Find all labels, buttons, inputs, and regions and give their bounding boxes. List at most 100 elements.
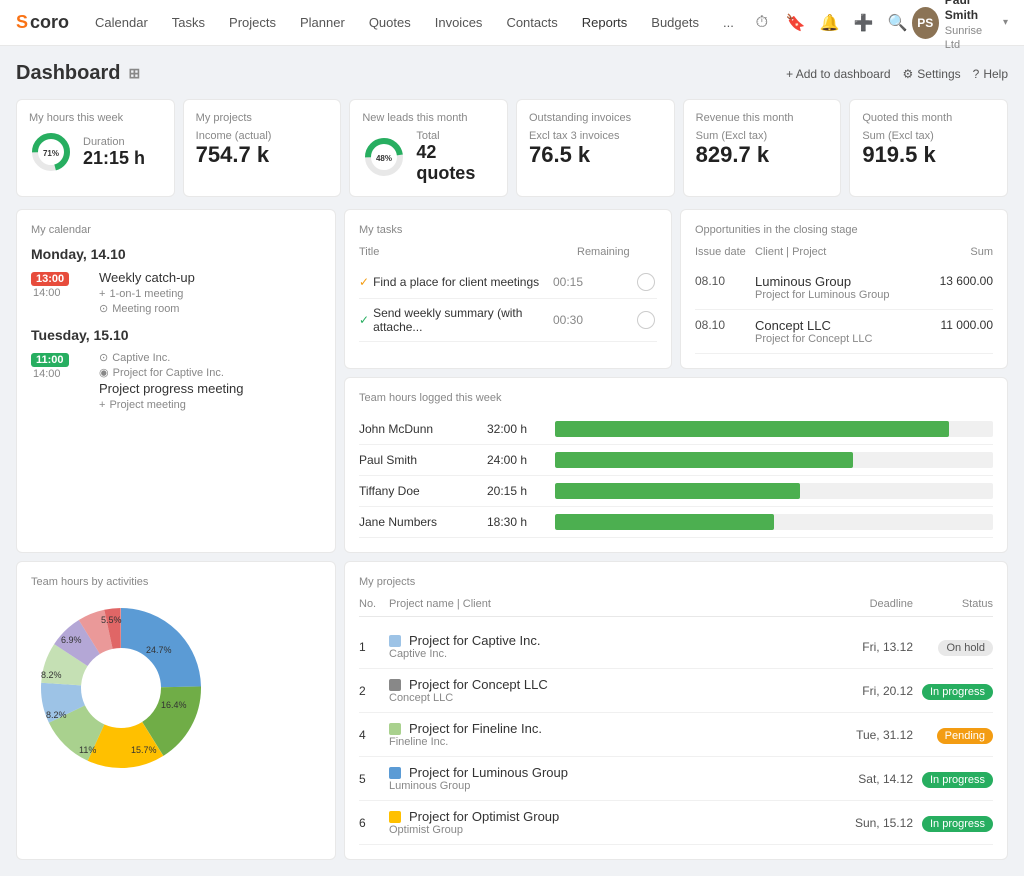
opportunities-card: Opportunities in the closing stage Issue…	[680, 209, 1008, 369]
project-icon: ◉	[99, 366, 109, 379]
event-meta-company: ⊙ Captive Inc.	[99, 351, 321, 364]
team-row-1: John McDunn 32:00 h	[359, 414, 993, 445]
opps-title: Opportunities in the closing stage	[695, 224, 993, 236]
stat-leads-label: New leads this month	[362, 112, 495, 124]
bookmark-icon[interactable]: 🔖	[786, 13, 806, 33]
hours-bar-3	[555, 483, 800, 499]
team-hours-title: Team hours logged this week	[359, 392, 993, 404]
day-monday: Monday, 14.10	[31, 246, 321, 262]
project-deadline-3: Tue, 31.12	[823, 728, 913, 742]
task-complete-1[interactable]	[637, 273, 655, 291]
opp-row-2: 08.10 Concept LLC Project for Concept LL…	[695, 310, 993, 354]
event-title[interactable]: Weekly catch-up	[99, 270, 321, 285]
nav-more[interactable]: ...	[713, 11, 744, 34]
activities-chart-title: Team hours by activities	[31, 576, 321, 588]
check-icon-2: ✓	[359, 313, 369, 327]
project-no-4: 5	[359, 772, 389, 786]
event-title-2[interactable]: Project progress meeting	[99, 381, 321, 396]
project-no-2: 2	[359, 684, 389, 698]
stat-hours-label: My hours this week	[29, 112, 162, 124]
opp-project-2: Project for Concept LLC	[755, 333, 913, 345]
pie-chart: 24.7% 16.4% 15.7% 11% 8.2% 8.2% 6.9% 5.5…	[31, 598, 211, 778]
opp-client-1[interactable]: Luminous Group	[755, 274, 913, 289]
search-icon[interactable]: 🔍	[888, 13, 908, 33]
nav-budgets[interactable]: Budgets	[641, 11, 709, 34]
nav-projects[interactable]: Projects	[219, 11, 286, 34]
stat-revenue-label: Revenue this month	[696, 112, 829, 124]
dashboard-header: Dashboard ⊞ + Add to dashboard ⚙ Setting…	[16, 62, 1008, 85]
location-icon: ⊙	[99, 302, 108, 315]
add-icon[interactable]: ➕	[854, 13, 874, 33]
project-name-5[interactable]: Project for Optimist Group	[409, 809, 559, 824]
svg-text:11%: 11%	[79, 745, 96, 755]
timer-icon[interactable]: ⏱	[752, 13, 772, 33]
hours-bar-2	[555, 452, 853, 468]
project-name-2[interactable]: Project for Concept LLC	[409, 677, 548, 692]
logo[interactable]: Scoro	[16, 12, 69, 33]
nav-invoices[interactable]: Invoices	[425, 11, 493, 34]
opp-sum-1: 13 600.00	[913, 274, 993, 301]
filter-icon[interactable]: ⊞	[128, 65, 140, 82]
company-icon: ⊙	[99, 351, 108, 364]
nav-contacts[interactable]: Contacts	[496, 11, 567, 34]
nav-calendar[interactable]: Calendar	[85, 11, 158, 34]
event-meta-type: + Project meeting	[99, 399, 321, 411]
stat-hours-week: My hours this week 71% Duration 21:15 h	[16, 99, 175, 197]
project-name-3[interactable]: Project for Fineline Inc.	[409, 721, 542, 736]
event-start-time: 13:00	[31, 272, 69, 286]
team-row-4: Jane Numbers 18:30 h	[359, 507, 993, 538]
help-button[interactable]: ? Help	[973, 67, 1008, 81]
user-name: Paul Smith	[945, 0, 997, 24]
project-row-1: 1 Project for Captive Inc. Captive Inc. …	[359, 625, 993, 669]
task-complete-2[interactable]	[637, 311, 655, 329]
dashboard-title: Dashboard ⊞	[16, 62, 140, 85]
dashboard-actions: + Add to dashboard ⚙ Settings ? Help	[786, 67, 1008, 81]
stat-quoted: Quoted this month Sum (Excl tax) 919.5 k	[849, 99, 1008, 197]
gear-icon: ⚙	[903, 67, 914, 81]
stat-projects-label: My projects	[196, 112, 329, 124]
svg-text:8.2%: 8.2%	[41, 670, 62, 680]
settings-button[interactable]: ⚙ Settings	[903, 67, 961, 81]
user-company: Sunrise Ltd	[945, 24, 997, 53]
event-meta-1: + 1-on-1 meeting	[99, 288, 321, 300]
svg-text:48%: 48%	[376, 154, 392, 163]
member-name-1: John McDunn	[359, 422, 479, 436]
nav-reports[interactable]: Reports	[572, 11, 638, 34]
project-row-2: 2 Project for Concept LLC Concept LLC Fr…	[359, 669, 993, 713]
nav-planner[interactable]: Planner	[290, 11, 355, 34]
task-item-1: ✓ Find a place for client meetings 00:15	[359, 266, 657, 299]
event-meta-2: ⊙ Meeting room	[99, 302, 321, 315]
nav-tasks[interactable]: Tasks	[162, 11, 215, 34]
tasks-card: My tasks Title Remaining ✓ Find a place …	[344, 209, 672, 369]
svg-text:24.7%: 24.7%	[146, 645, 172, 655]
bottom-grid: Team hours by activities 24.7% 1	[16, 561, 1008, 860]
day-tuesday: Tuesday, 15.10	[31, 327, 321, 343]
project-name-4[interactable]: Project for Luminous Group	[409, 765, 568, 780]
chevron-down-icon: ▾	[1003, 17, 1008, 28]
nav-quotes[interactable]: Quotes	[359, 11, 421, 34]
event-weekly-catchup: 13:00 14:00 Weekly catch-up + 1-on-1 mee…	[31, 270, 321, 317]
opp-sum-2: 11 000.00	[913, 318, 993, 345]
project-client-4: Luminous Group	[389, 780, 470, 792]
opp-client-2[interactable]: Concept LLC	[755, 318, 913, 333]
navigation: Scoro Calendar Tasks Projects Planner Qu…	[0, 0, 1024, 46]
avatar: PS	[912, 7, 939, 39]
hours-bar-wrap-3	[555, 483, 993, 499]
stat-outstanding-sublabel: Excl tax 3 invoices	[529, 130, 662, 142]
stat-leads-sublabel: Total	[416, 130, 495, 142]
stat-revenue-sublabel: Sum (Excl tax)	[696, 130, 829, 142]
project-color-5	[389, 811, 401, 823]
member-hours-4: 18:30 h	[487, 515, 547, 529]
user-menu[interactable]: PS Paul Smith Sunrise Ltd ▾	[912, 0, 1008, 52]
member-name-2: Paul Smith	[359, 453, 479, 467]
bell-icon[interactable]: 🔔	[820, 13, 840, 33]
right-panel: My tasks Title Remaining ✓ Find a place …	[344, 209, 1008, 553]
member-name-4: Jane Numbers	[359, 515, 479, 529]
task-time-1: 00:15	[553, 275, 633, 289]
projects-table-header: No. Project name | Client Deadline Statu…	[359, 598, 993, 617]
add-to-dashboard-button[interactable]: + Add to dashboard	[786, 67, 890, 81]
tasks-header: Title Remaining	[359, 246, 657, 258]
meeting-type-icon: +	[99, 288, 105, 300]
event-end-time: 14:00	[31, 287, 91, 299]
stat-revenue: Revenue this month Sum (Excl tax) 829.7 …	[683, 99, 842, 197]
